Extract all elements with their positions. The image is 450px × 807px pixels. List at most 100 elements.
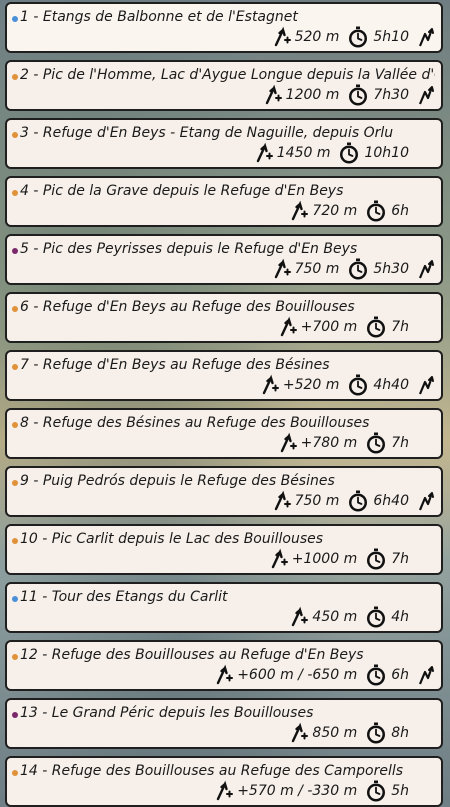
- ascent-arrow-icon: [279, 432, 297, 454]
- difficulty-dot: [12, 654, 18, 660]
- stopwatch-icon: [338, 142, 360, 164]
- difficulty-dot: [12, 74, 18, 80]
- route-meta: 850 m 8h: [290, 721, 435, 745]
- ascent-value: +1000 m: [291, 551, 358, 567]
- route-title: 5 - Pic des Peyrisses depuis le Refuge d…: [20, 241, 358, 257]
- ascent-arrow-icon: [255, 142, 273, 164]
- duration-value: 6h40: [373, 493, 409, 509]
- route-meta: +700 m 7h: [279, 315, 435, 339]
- route-title: 7 - Refuge d'En Beys au Refuge des Bésin…: [20, 357, 330, 373]
- route-card-7[interactable]: 7 - Refuge d'En Beys au Refuge des Bésin…: [5, 350, 443, 401]
- route-zigzag-icon: [417, 84, 435, 106]
- route-title: 3 - Refuge d'En Beys - Etang de Naguille…: [20, 125, 394, 141]
- ascent-arrow-icon: [270, 548, 288, 570]
- duration-value: 4h40: [373, 377, 409, 393]
- route-title: 1 - Etangs de Balbonne et de l'Estagnet: [20, 9, 298, 25]
- route-card-13[interactable]: 13 - Le Grand Péric depuis les Bouillous…: [5, 698, 443, 749]
- route-meta: +520 m 4h40: [261, 373, 435, 397]
- ascent-value: +520 m: [282, 377, 340, 393]
- route-zigzag-icon: [417, 374, 435, 396]
- route-title: 9 - Puig Pedrós depuis le Refuge des Bés…: [20, 473, 335, 489]
- ascent-value: 1200 m: [285, 87, 340, 103]
- duration-value: 7h: [391, 319, 409, 335]
- stopwatch-icon: [347, 26, 369, 48]
- route-zigzag-icon: [417, 490, 435, 512]
- difficulty-dot: [12, 770, 18, 776]
- ascent-arrow-icon: [279, 316, 297, 338]
- ascent-arrow-icon: [273, 258, 291, 280]
- ascent-arrow-icon: [290, 606, 309, 628]
- route-card-6[interactable]: 6 - Refuge d'En Beys au Refuge des Bouil…: [5, 292, 443, 343]
- route-card-5[interactable]: 5 - Pic des Peyrisses depuis le Refuge d…: [5, 234, 443, 285]
- route-meta: +1000 m 7h: [270, 547, 435, 571]
- ascent-value: 720 m: [312, 203, 358, 219]
- route-card-9[interactable]: 9 - Puig Pedrós depuis le Refuge des Bés…: [5, 466, 443, 517]
- ascent-arrow-icon: [215, 780, 234, 802]
- ascent-value: +700 m: [300, 319, 358, 335]
- difficulty-dot: [12, 596, 18, 602]
- difficulty-dot: [12, 16, 18, 22]
- duration-value: 7h: [391, 551, 409, 567]
- stopwatch-icon: [365, 432, 387, 454]
- route-card-3[interactable]: 3 - Refuge d'En Beys - Etang de Naguille…: [5, 118, 443, 169]
- stopwatch-icon: [365, 722, 387, 744]
- duration-value: 5h: [391, 783, 409, 799]
- difficulty-dot: [12, 132, 18, 138]
- duration-value: 5h30: [373, 261, 409, 277]
- route-meta: 1200 m 7h30: [264, 83, 435, 107]
- route-card-12[interactable]: 12 - Refuge des Bouillouses au Refuge d'…: [5, 640, 443, 691]
- stopwatch-icon: [365, 780, 387, 802]
- ascent-value: +780 m: [300, 435, 358, 451]
- route-meta: 750 m 6h40: [273, 489, 435, 513]
- ascent-arrow-icon: [290, 722, 309, 744]
- difficulty-dot: [12, 190, 18, 196]
- stopwatch-icon: [365, 664, 387, 686]
- stopwatch-icon: [365, 606, 387, 628]
- route-title: 14 - Refuge des Bouillouses au Refuge de…: [20, 763, 404, 779]
- route-list[interactable]: 1 - Etangs de Balbonne et de l'Estagnet …: [0, 0, 450, 807]
- ascent-value: 1450 m: [276, 145, 331, 161]
- duration-value: 7h: [391, 435, 409, 451]
- stopwatch-icon: [347, 258, 369, 280]
- route-card-8[interactable]: 8 - Refuge des Bésines au Refuge des Bou…: [5, 408, 443, 459]
- route-meta: 450 m 4h: [290, 605, 435, 629]
- stopwatch-icon: [365, 200, 387, 222]
- route-meta: +780 m 7h: [279, 431, 435, 455]
- route-card-14[interactable]: 14 - Refuge des Bouillouses au Refuge de…: [5, 756, 443, 807]
- route-card-10[interactable]: 10 - Pic Carlit depuis le Lac des Bouill…: [5, 524, 443, 575]
- duration-value: 6h: [391, 667, 409, 683]
- route-card-1[interactable]: 1 - Etangs de Balbonne et de l'Estagnet …: [5, 2, 443, 53]
- ascent-arrow-icon: [264, 84, 282, 106]
- route-meta: 520 m 5h10: [273, 25, 435, 49]
- ascent-arrow-icon: [261, 374, 279, 396]
- route-meta: 1450 m 10h10: [255, 141, 435, 165]
- difficulty-dot: [12, 712, 18, 718]
- route-meta: +600 m / -650 m 6h: [215, 663, 435, 687]
- route-zigzag-icon: [417, 664, 435, 686]
- route-meta: 750 m 5h30: [273, 257, 435, 281]
- duration-value: 4h: [391, 609, 409, 625]
- difficulty-dot: [12, 538, 18, 544]
- route-card-4[interactable]: 4 - Pic de la Grave depuis le Refuge d'E…: [5, 176, 443, 227]
- duration-value: 10h10: [364, 145, 409, 161]
- route-title: 4 - Pic de la Grave depuis le Refuge d'E…: [20, 183, 344, 199]
- route-card-11[interactable]: 11 - Tour des Etangs du Carlit 450 m 4h: [5, 582, 443, 633]
- ascent-arrow-icon: [273, 26, 291, 48]
- ascent-value: 750 m: [294, 493, 340, 509]
- difficulty-dot: [12, 364, 18, 370]
- route-title: 2 - Pic de l'Homme, Lac d'Aygue Longue d…: [20, 67, 435, 83]
- difficulty-dot: [12, 480, 18, 486]
- stopwatch-icon: [365, 316, 387, 338]
- route-title: 12 - Refuge des Bouillouses au Refuge d'…: [20, 647, 364, 663]
- duration-value: 6h: [391, 203, 409, 219]
- stopwatch-icon: [365, 548, 387, 570]
- stopwatch-icon: [347, 84, 369, 106]
- route-card-2[interactable]: 2 - Pic de l'Homme, Lac d'Aygue Longue d…: [5, 60, 443, 111]
- ascent-value: 750 m: [294, 261, 340, 277]
- duration-value: 8h: [391, 725, 409, 741]
- difficulty-dot: [12, 248, 18, 254]
- ascent-arrow-icon: [290, 200, 309, 222]
- route-zigzag-icon: [417, 26, 435, 48]
- route-title: 11 - Tour des Etangs du Carlit: [20, 589, 228, 605]
- route-title: 6 - Refuge d'En Beys au Refuge des Bouil…: [20, 299, 355, 315]
